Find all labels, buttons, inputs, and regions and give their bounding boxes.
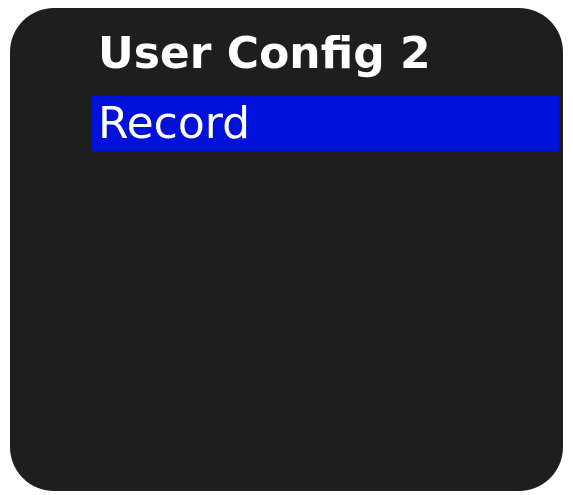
menu-title: User Config 2 [98, 28, 431, 79]
menu-item-record[interactable]: Record [92, 96, 559, 151]
menu-list: Record [92, 96, 559, 151]
device-screen: User Config 2 Record [10, 8, 563, 491]
